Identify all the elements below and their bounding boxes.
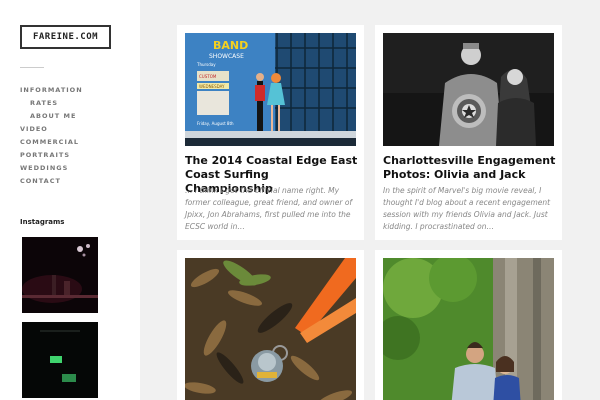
post-card[interactable] (177, 250, 364, 400)
post-excerpt: … I think I got the official name right.… (185, 186, 353, 231)
post-card[interactable]: BAND SHOWCASE Thursday CUSTOM WEDNESDAY … (177, 25, 364, 240)
sidebar: FAREINE.COM INFORMATION RATES ABOUT ME V… (0, 0, 140, 400)
post-excerpt: In the spirit of Marvel's big movie reve… (383, 186, 551, 231)
sign-band-text: BAND (213, 39, 248, 52)
sign-custom-text: CUSTOM (199, 74, 217, 79)
instagram-thumb-concert[interactable] (22, 237, 98, 313)
post-photo-engagement-couple[interactable] (383, 33, 554, 146)
post-photo-surf-stage[interactable]: BAND SHOWCASE Thursday CUSTOM WEDNESDAY … (185, 33, 356, 146)
instagram-thumb-exit-sign[interactable] (22, 322, 98, 398)
sign-wednesday-text: WEDNESDAY (199, 84, 225, 89)
nav-item-contact[interactable]: CONTACT (20, 175, 83, 188)
nav-item-rates[interactable]: RATES (20, 97, 83, 110)
nav-item-weddings[interactable]: WEDDINGS (20, 162, 83, 175)
site-logo[interactable]: FAREINE.COM (20, 25, 111, 49)
nav-item-commercial[interactable]: COMMERCIAL (20, 136, 83, 149)
nav-item-information[interactable]: INFORMATION (20, 84, 83, 97)
post-card[interactable]: Charlottesville Engagement Photos: Olivi… (375, 25, 562, 240)
post-card[interactable] (375, 250, 562, 400)
sign-showcase-text: SHOWCASE (209, 53, 244, 60)
instagram-title: Instagrams (20, 218, 65, 226)
post-title[interactable]: Charlottesville Engagement Photos: Olivi… (383, 154, 558, 182)
post-photo-couple-by-tree[interactable] (383, 258, 554, 400)
main-nav: INFORMATION RATES ABOUT ME VIDEO COMMERC… (20, 84, 83, 188)
nav-item-about-me[interactable]: ABOUT ME (20, 110, 83, 123)
sign-thursday-text: Thursday (196, 62, 216, 67)
sign-date-text: Friday, August 8th (197, 121, 234, 126)
sidebar-divider (20, 67, 44, 68)
post-photo-medal-on-leaves[interactable] (185, 258, 356, 400)
nav-item-video[interactable]: VIDEO (20, 123, 83, 136)
nav-item-portraits[interactable]: PORTRAITS (20, 149, 83, 162)
